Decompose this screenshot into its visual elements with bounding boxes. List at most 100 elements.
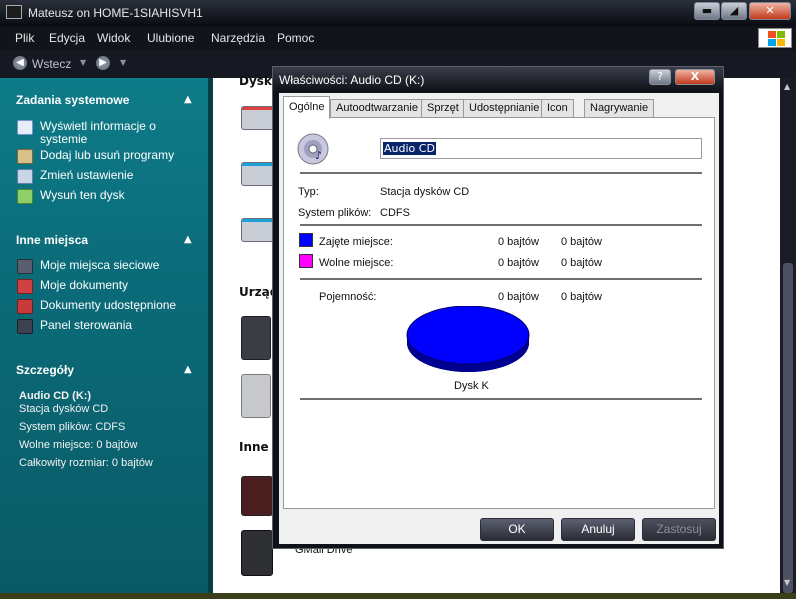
details-name: Audio CD (K:) <box>19 390 92 402</box>
used-space-swatch <box>299 233 313 247</box>
hard-drive-icon[interactable] <box>241 106 275 130</box>
scroll-up-icon[interactable]: ▲ <box>784 82 790 91</box>
details-free-space: Wolne miejsce: 0 bajtów <box>19 439 138 451</box>
separator <box>300 172 702 174</box>
back-arrow-icon[interactable]: ◀ <box>13 56 27 70</box>
menu-pomoc[interactable]: Pomoc <box>277 31 314 45</box>
dialog-body: Ogólne Autoodtwarzanie Sprzęt Udostępnia… <box>279 93 719 544</box>
filesystem-value: CDFS <box>380 207 410 219</box>
restore-button[interactable]: ◢ <box>721 2 747 20</box>
cancel-button[interactable]: Anuluj <box>561 518 635 541</box>
disk-usage-pie <box>406 306 530 372</box>
free-space-bytes: 0 bajtów <box>498 257 539 269</box>
scroll-thumb[interactable] <box>783 263 793 593</box>
windows-logo-icon <box>758 28 792 48</box>
eject-icon <box>17 189 33 204</box>
back-button-label[interactable]: Wstecz <box>32 57 71 71</box>
control-panel-icon[interactable] <box>241 476 273 516</box>
place-my-documents[interactable]: Moje dokumenty <box>17 279 190 294</box>
dialog-close-button[interactable]: X <box>675 69 715 85</box>
other-places-title[interactable]: Inne miejsca <box>16 233 88 247</box>
removable-drive-icon[interactable] <box>241 374 271 418</box>
apply-button[interactable]: Zastosuj <box>642 518 716 541</box>
capacity-bytes: 0 bajtów <box>498 291 539 303</box>
task-view-system-info[interactable]: Wyświetl informacje o systemie <box>17 120 190 146</box>
vertical-scrollbar[interactable]: ▲ ▼ <box>780 78 796 593</box>
details-title[interactable]: Szczegóły <box>16 363 74 377</box>
ok-button[interactable]: OK <box>480 518 554 541</box>
hard-drive-icon[interactable] <box>241 162 275 186</box>
close-button[interactable]: ✕ <box>749 2 791 20</box>
drive-name-value[interactable]: Audio CD <box>383 142 436 155</box>
menu-widok[interactable]: Widok <box>97 31 130 45</box>
hard-drive-icon[interactable] <box>241 218 275 242</box>
general-tab-panel: ♪ Audio CD Typ: Stacja dysków CD System … <box>283 117 715 509</box>
window-title: Mateusz on HOME-1SIAHISVH1 <box>28 6 203 20</box>
properties-dialog: Właściwości: Audio CD (K:) ? X Ogólne Au… <box>272 66 724 549</box>
drive-name-input[interactable]: Audio CD <box>380 138 702 159</box>
used-space-bytes: 0 bajtów <box>498 236 539 248</box>
change-setting-icon <box>17 169 33 184</box>
used-space-label: Zajęte miejsce: <box>319 236 393 248</box>
gmail-drive-icon[interactable] <box>241 530 273 576</box>
separator <box>300 398 702 400</box>
title-bar: Mateusz on HOME-1SIAHISVH1 ▬ ◢ ✕ <box>0 0 796 26</box>
free-space-label: Wolne miejsce: <box>319 257 394 269</box>
tab-recording[interactable]: Nagrywanie <box>584 99 655 118</box>
place-shared-documents[interactable]: Dokumenty udostępnione <box>17 299 190 314</box>
forward-arrow-icon[interactable]: ▶ <box>96 56 110 70</box>
add-remove-programs-icon <box>17 149 33 164</box>
computer-icon <box>6 5 22 19</box>
dialog-title: Właściwości: Audio CD (K:) <box>279 73 425 87</box>
collapse-other-places-icon[interactable]: ▲ <box>184 234 192 245</box>
help-button[interactable]: ? <box>649 69 671 85</box>
task-add-remove-programs[interactable]: Dodaj lub usuń programy <box>17 149 190 164</box>
separator <box>300 224 702 226</box>
svg-text:♪: ♪ <box>315 149 322 162</box>
details-total-size: Całkowity rozmiar: 0 bajtów <box>19 457 153 469</box>
tab-general[interactable]: Ogólne <box>283 96 331 119</box>
group-header-drives: Dyski <box>239 74 277 88</box>
collapse-details-icon[interactable]: ▲ <box>184 364 192 375</box>
used-space-size: 0 bajtów <box>561 236 602 248</box>
minimize-button[interactable]: ▬ <box>694 2 720 20</box>
system-info-icon <box>17 120 33 135</box>
task-pane: Zadania systemowe ▲ Wyświetl informacje … <box>0 78 213 593</box>
place-control-panel[interactable]: Panel sterowania <box>17 319 190 334</box>
my-documents-icon <box>17 279 33 294</box>
free-space-size: 0 bajtów <box>561 257 602 269</box>
task-change-setting[interactable]: Zmień ustawienie <box>17 169 190 184</box>
network-places-icon <box>17 259 33 274</box>
menu-narzedzia[interactable]: Narzędzia <box>211 31 265 45</box>
tab-icon[interactable]: Icon <box>541 99 574 118</box>
group-header-other: Inne <box>239 440 269 454</box>
type-label: Typ: <box>298 186 319 198</box>
filesystem-label: System plików: <box>298 207 372 219</box>
system-tasks-title[interactable]: Zadania systemowe <box>16 93 129 107</box>
collapse-system-tasks-icon[interactable]: ▲ <box>184 94 192 105</box>
shared-documents-icon <box>17 299 33 314</box>
place-network[interactable]: Moje miejsca sieciowe <box>17 259 190 274</box>
menu-ulubione[interactable]: Ulubione <box>147 31 194 45</box>
forward-history-dropdown-icon[interactable]: ▼ <box>120 58 126 67</box>
capacity-label: Pojemność: <box>319 291 377 303</box>
scroll-down-icon[interactable]: ▼ <box>784 578 790 587</box>
free-space-swatch <box>299 254 313 268</box>
details-filesystem: System plików: CDFS <box>19 421 126 433</box>
menu-edycja[interactable]: Edycja <box>49 31 85 45</box>
tab-hardware[interactable]: Sprzęt <box>421 99 465 118</box>
audio-cd-icon: ♪ <box>297 133 329 165</box>
task-eject-disk[interactable]: Wysuń ten dysk <box>17 189 190 204</box>
floppy-drive-icon[interactable] <box>241 316 271 360</box>
control-panel-icon <box>17 319 33 334</box>
menu-bar: Plik Edycja Widok Ulubione Narzędzia Pom… <box>0 26 796 50</box>
tab-sharing[interactable]: Udostępnianie <box>463 99 546 118</box>
status-strip <box>0 593 796 599</box>
back-history-dropdown-icon[interactable]: ▼ <box>80 58 86 67</box>
details-type: Stacja dysków CD <box>19 403 109 415</box>
tab-autoplay[interactable]: Autoodtwarzanie <box>330 99 424 118</box>
disk-label: Dysk K <box>454 380 489 392</box>
separator <box>300 278 702 280</box>
menu-plik[interactable]: Plik <box>15 31 34 45</box>
dialog-title-bar: Właściwości: Audio CD (K:) ? X <box>273 67 723 91</box>
